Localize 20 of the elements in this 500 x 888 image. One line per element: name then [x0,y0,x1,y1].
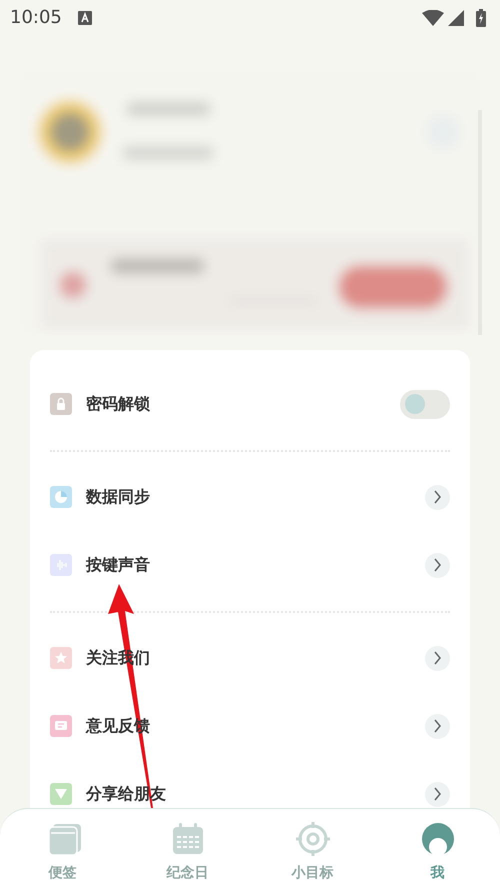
chevron-right-icon[interactable] [425,552,450,578]
status-time: 10:05 [10,6,62,30]
battery-icon [476,8,486,26]
nav-tab[interactable]: 小目标 [250,809,375,888]
nav-tab[interactable]: 我 [375,809,500,888]
chevron-right-icon[interactable] [425,484,450,510]
signal-icon [448,10,464,26]
chevron-right-icon[interactable] [425,646,450,670]
avatar-icon [420,821,456,857]
settings-label: 按键声音 [86,554,150,576]
chevron-right-icon[interactable] [425,782,450,806]
nav-tab[interactable]: 纪念日 [125,809,250,888]
settings-label: 密码解锁 [86,393,150,415]
chevron-right-icon[interactable] [425,714,450,738]
target-icon [294,821,330,857]
settings-label: 数据同步 [86,486,150,508]
nav-tab[interactable]: 便签 [0,809,125,888]
wifi-icon [422,10,444,26]
keyboard-icon [78,10,92,24]
toggle-switch[interactable] [400,390,450,418]
